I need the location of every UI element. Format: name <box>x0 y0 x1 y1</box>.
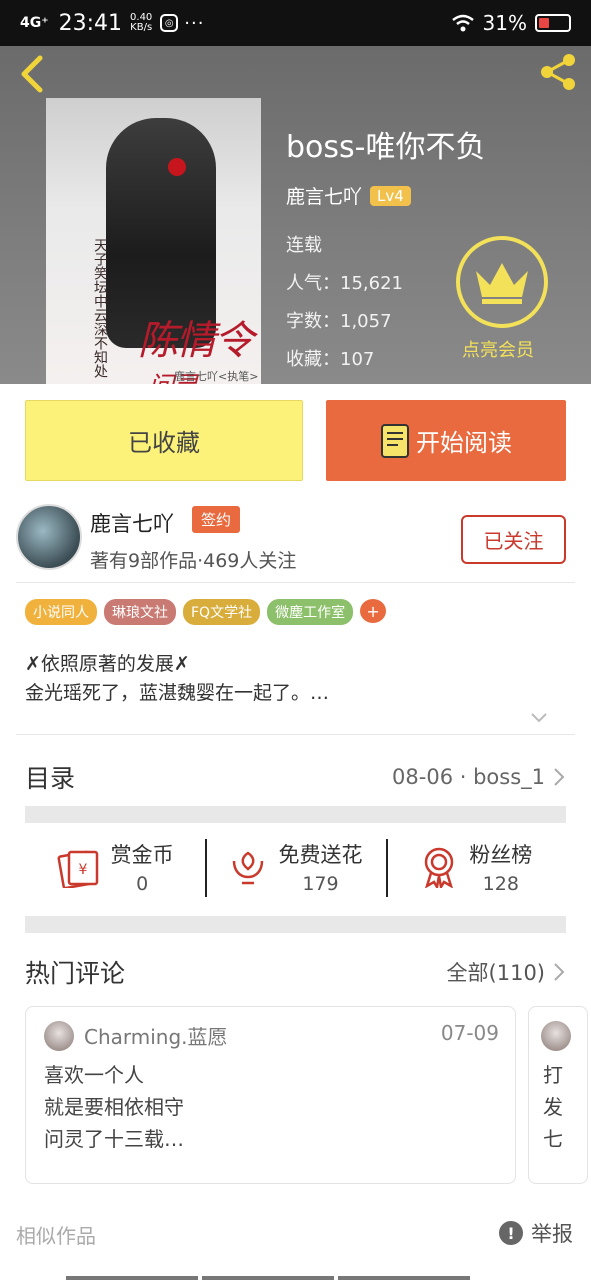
book-icon <box>381 423 409 458</box>
table-of-contents-row[interactable]: 目录 08-06 · boss_1 <box>25 752 565 802</box>
network-speed: 0.40 KB/s <box>130 11 153 33</box>
comment-avatar[interactable] <box>541 1021 571 1051</box>
alert-icon: ! <box>499 1221 523 1245</box>
stat-label: 免费送花 <box>278 843 363 867</box>
cover-vertical-text: 天子笑坛中云深不知处 <box>92 238 108 378</box>
status-bar: 4G⁺ 23:41 0.40 KB/s ◎ ··· 31% <box>0 0 591 46</box>
author-card: 鹿言七吖 签约 著有9部作品·469人关注 已关注 <box>16 504 576 584</box>
book-info: boss-唯你不负 鹿言七吖 Lv4 连载 人气：15,621 字数：1,057… <box>286 122 485 371</box>
stats-row: ¥ 赏金币 0 免费送花 179 粉丝榜 128 <box>25 829 566 905</box>
comment-body: 打 发 七 <box>543 1063 563 1151</box>
reward-coins-button[interactable]: ¥ 赏金币 0 <box>25 829 205 905</box>
more-notifications: ··· <box>184 12 205 34</box>
all-comments-count: 全部(110) <box>446 961 545 985</box>
more-tags-button[interactable]: + <box>360 599 387 623</box>
tag[interactable]: 微塵工作室 <box>267 599 354 625</box>
tag[interactable]: 琳琅文社 <box>104 599 176 625</box>
book-detail: 已收藏 开始阅读 鹿言七吖 签约 著有9部作品·469人关注 已关注 小说同人 … <box>0 384 591 1280</box>
medal-icon <box>425 847 454 888</box>
signed-badge: 签约 <box>192 506 241 533</box>
toc-latest: 08-06 · boss_1 <box>392 765 545 789</box>
network-indicator: 4G⁺ <box>20 15 49 31</box>
word-count: 字数：1,057 <box>286 311 392 332</box>
report-label: 举报 <box>531 1222 573 1246</box>
clock: 23:41 <box>58 10 123 36</box>
crown-icon <box>476 263 528 304</box>
level-badge: Lv4 <box>370 185 411 206</box>
chevron-right-icon <box>554 768 565 786</box>
vip-crown-button[interactable] <box>456 236 548 328</box>
serial-status: 连载 <box>286 235 322 256</box>
stat-label: 赏金币 <box>110 843 174 867</box>
comment-avatar[interactable] <box>44 1021 74 1051</box>
book-cover[interactable]: 天子笑坛中云深不知处 陈情令问灵 鹿言七吖<执笔> <box>46 98 261 384</box>
battery-fill <box>539 18 549 28</box>
comment-username[interactable]: Charming.蓝愿 <box>84 1021 228 1050</box>
wifi-icon <box>451 14 474 32</box>
comment-card[interactable]: Charming.蓝愿 07-09 喜欢一个人 就是要相依相守 问灵了十三载… <box>25 1006 516 1184</box>
start-reading-label: 开始阅读 <box>416 429 512 457</box>
hot-comments-title: 热门评论 <box>25 959 126 988</box>
red-envelope-icon: ¥ <box>57 850 98 888</box>
book-title: boss-唯你不负 <box>286 130 486 165</box>
hot-comments-header: 热门评论 全部(110) <box>25 950 565 994</box>
divider <box>16 734 575 735</box>
similar-works-title: 相似作品 <box>16 1224 96 1248</box>
author-stats: 著有9部作品·469人关注 <box>90 550 297 572</box>
battery-percent: 31% <box>482 11 527 35</box>
author-name[interactable]: 鹿言七吖 <box>90 508 174 538</box>
section-separator <box>25 806 566 823</box>
comment-date: 07-09 <box>440 1021 499 1045</box>
chevron-down-icon[interactable] <box>530 712 548 724</box>
vip-label[interactable]: 点亮会员 <box>462 336 534 362</box>
cover-rose <box>168 158 186 176</box>
tag-list: 小说同人 琳琅文社 FQ文学社 微塵工作室 + <box>25 599 387 625</box>
stat-value: 128 <box>482 873 519 895</box>
stat-value: 0 <box>136 873 149 895</box>
svg-text:¥: ¥ <box>78 862 87 878</box>
favorited-button[interactable]: 已收藏 <box>25 400 303 481</box>
divider <box>16 582 575 583</box>
app-notification-icon: ◎ <box>160 14 179 32</box>
stat-value: 179 <box>302 873 339 895</box>
intro-line: ✗依照原著的发展✗ <box>25 653 190 675</box>
tag[interactable]: FQ文学社 <box>183 599 261 625</box>
author-avatar[interactable] <box>16 504 82 570</box>
favorites-count: 收藏：107 <box>286 349 375 370</box>
back-arrow-icon[interactable] <box>16 54 50 94</box>
toc-label: 目录 <box>25 764 76 793</box>
comment-card[interactable]: 打 发 七 <box>528 1006 588 1184</box>
all-comments-link[interactable]: 全部(110) <box>447 957 565 987</box>
bottom-indicator <box>66 1276 470 1280</box>
send-flower-button[interactable]: 免费送花 179 <box>205 829 385 905</box>
book-intro[interactable]: ✗依照原著的发展✗ 金光瑶死了，蓝湛魏婴在一起了。… <box>25 650 329 708</box>
report-button[interactable]: ! 举报 <box>499 1218 573 1248</box>
start-reading-button[interactable]: 开始阅读 <box>326 400 566 481</box>
chevron-right-icon <box>554 963 565 981</box>
cover-author: 鹿言七吖<执笔> <box>174 370 259 383</box>
comment-body: 喜欢一个人 就是要相依相守 问灵了十三载… <box>44 1063 184 1151</box>
flower-icon <box>233 851 264 885</box>
tag[interactable]: 小说同人 <box>25 599 97 625</box>
fan-ranking-button[interactable]: 粉丝榜 128 <box>385 829 566 905</box>
section-separator <box>25 916 566 933</box>
stat-label: 粉丝榜 <box>469 843 533 867</box>
intro-line: 金光瑶死了，蓝湛魏婴在一起了。… <box>25 682 330 704</box>
battery-icon <box>535 14 571 32</box>
book-header: 天子笑坛中云深不知处 陈情令问灵 鹿言七吖<执笔> boss-唯你不负 鹿言七吖… <box>0 46 591 384</box>
book-author[interactable]: 鹿言七吖 <box>286 182 362 209</box>
follow-button[interactable]: 已关注 <box>461 515 566 564</box>
share-icon[interactable] <box>537 50 581 94</box>
